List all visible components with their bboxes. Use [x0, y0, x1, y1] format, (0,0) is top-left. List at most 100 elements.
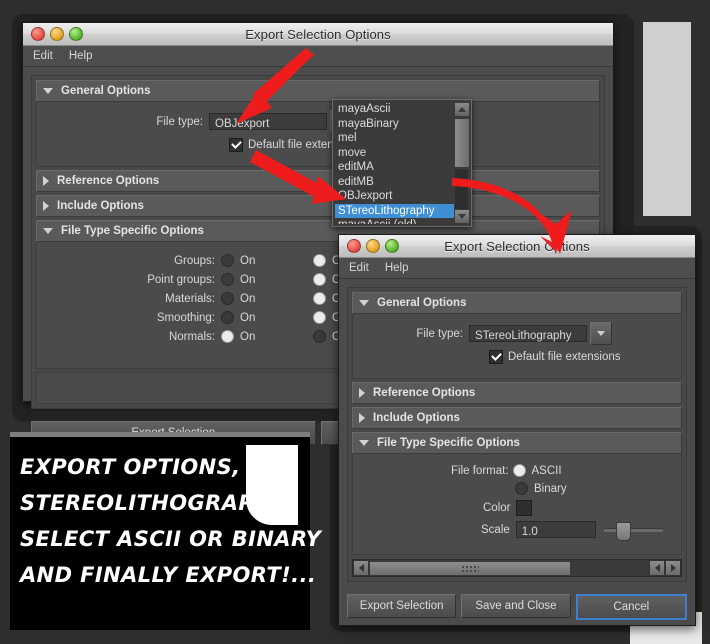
- screenshot-root: Export Selection Options Edit Help Gener…: [0, 0, 710, 644]
- window-export-selection-options-right[interactable]: Export Selection Options Edit Help Gener…: [338, 234, 696, 626]
- menu-edit-left[interactable]: Edit: [33, 50, 53, 62]
- radio-off-icon[interactable]: [313, 254, 326, 267]
- file-type-dropdown-arrow-right[interactable]: [590, 322, 612, 345]
- chevron-down-icon[interactable]: [359, 300, 369, 306]
- radio-on-icon[interactable]: [221, 330, 234, 343]
- default-file-extensions-checkbox-left[interactable]: [229, 138, 243, 152]
- dropdown-item[interactable]: OBJexport: [335, 189, 454, 204]
- horizontal-scrollbar[interactable]: [352, 559, 682, 577]
- radio-off-icon[interactable]: [313, 330, 326, 343]
- chevron-right-icon[interactable]: [359, 413, 365, 423]
- color-swatch[interactable]: [516, 500, 532, 516]
- titlebar-right[interactable]: Export Selection Options: [339, 235, 695, 258]
- menubar-right[interactable]: Edit Help: [339, 258, 695, 279]
- scale-slider[interactable]: [604, 528, 663, 532]
- section-header-file-type-specific-options-right[interactable]: File Type Specific Options: [352, 432, 682, 454]
- radio-off-icon[interactable]: [313, 311, 326, 324]
- section-include-options-right: Include Options: [352, 407, 682, 429]
- background-strip-right: [643, 22, 691, 216]
- radio-off-icon[interactable]: [313, 292, 326, 305]
- cancel-button-right[interactable]: Cancel: [576, 594, 687, 620]
- radio-ascii-icon[interactable]: [513, 464, 526, 477]
- section-header-include-options-left[interactable]: Include Options: [36, 195, 600, 217]
- maximize-button-icon[interactable]: [69, 27, 83, 41]
- scrollbar-track[interactable]: [455, 169, 468, 209]
- dropdown-item[interactable]: move: [335, 146, 454, 161]
- option-label: Point groups:: [43, 274, 221, 286]
- option-on-label: On: [240, 312, 255, 324]
- section-header-reference-options-left[interactable]: Reference Options: [36, 170, 600, 192]
- radio-on-icon[interactable]: [221, 311, 234, 324]
- option-on[interactable]: On: [221, 254, 313, 267]
- section-general-options-left: General Options File type: OBJexport Def…: [36, 80, 600, 167]
- dropdown-item[interactable]: mel: [335, 131, 454, 146]
- option-on-label: On: [240, 331, 255, 343]
- minimize-button-icon[interactable]: [366, 239, 380, 253]
- file-format-binary-label[interactable]: Binary: [534, 483, 567, 495]
- scroll-up-arrow-icon[interactable]: [454, 102, 470, 117]
- dropdown-item[interactable]: mayaBinary: [335, 117, 454, 132]
- file-type-value-right[interactable]: STereoLithography: [469, 325, 587, 342]
- scroll-down-arrow-icon[interactable]: [454, 209, 470, 224]
- option-on[interactable]: On: [221, 311, 313, 324]
- menu-help-left[interactable]: Help: [69, 50, 93, 62]
- section-title: Reference Options: [57, 175, 159, 187]
- scroll-right-arrow-icon[interactable]: [665, 560, 681, 576]
- dropdown-list[interactable]: mayaAscii mayaBinary mel move editMA edi…: [335, 102, 454, 224]
- dropdown-item[interactable]: editMB: [335, 175, 454, 190]
- section-title: Include Options: [57, 200, 144, 212]
- radio-on-icon[interactable]: [221, 292, 234, 305]
- chevron-right-icon[interactable]: [359, 388, 365, 398]
- chevron-down-icon[interactable]: [43, 228, 53, 234]
- default-file-extensions-checkbox-right[interactable]: [489, 350, 503, 364]
- section-header-general-options-left[interactable]: General Options: [36, 80, 600, 102]
- radio-on-icon[interactable]: [221, 273, 234, 286]
- horizontal-scrollbar-thumb[interactable]: [369, 561, 571, 576]
- radio-off-icon[interactable]: [313, 273, 326, 286]
- close-button-icon[interactable]: [31, 27, 45, 41]
- section-include-options-left: Include Options: [36, 195, 600, 217]
- section-reference-options-left: Reference Options: [36, 170, 600, 192]
- section-header-general-options-right[interactable]: General Options: [352, 292, 682, 314]
- menu-help-right[interactable]: Help: [385, 262, 409, 274]
- chevron-down-icon[interactable]: [359, 440, 369, 446]
- radio-on-icon[interactable]: [221, 254, 234, 267]
- scale-slider-thumb[interactable]: [616, 522, 631, 541]
- file-format-row-binary: Binary: [359, 482, 675, 495]
- section-header-include-options-right[interactable]: Include Options: [352, 407, 682, 429]
- file-format-ascii-label[interactable]: ASCII: [532, 465, 562, 477]
- titlebar-left[interactable]: Export Selection Options: [23, 23, 613, 46]
- radio-binary-icon[interactable]: [515, 482, 528, 495]
- maximize-button-icon[interactable]: [385, 239, 399, 253]
- chevron-down-icon[interactable]: [43, 88, 53, 94]
- menu-edit-right[interactable]: Edit: [349, 262, 369, 274]
- dropdown-item[interactable]: mayaAscii (old): [335, 218, 454, 224]
- section-title: General Options: [61, 85, 150, 97]
- dropdown-item-selected[interactable]: STereoLithography: [335, 204, 454, 219]
- dropdown-scrollbar[interactable]: [454, 102, 469, 224]
- scroll-left-arrow-icon-2[interactable]: [649, 560, 665, 576]
- chevron-right-icon[interactable]: [43, 176, 49, 186]
- file-type-value-left[interactable]: OBJexport: [209, 113, 327, 130]
- close-button-icon[interactable]: [347, 239, 361, 253]
- scale-input[interactable]: 1.0: [516, 521, 596, 538]
- window-controls-right[interactable]: [339, 239, 399, 253]
- default-file-extensions-label-right: Default file extensions: [508, 351, 621, 363]
- scroll-left-arrow-icon[interactable]: [353, 560, 369, 576]
- save-and-close-button-right[interactable]: Save and Close: [461, 594, 570, 618]
- minimize-button-icon[interactable]: [50, 27, 64, 41]
- dropdown-item[interactable]: editMA: [335, 160, 454, 175]
- file-type-label-right: File type:: [401, 328, 463, 340]
- dropdown-item[interactable]: mayaAscii: [335, 102, 454, 117]
- option-on[interactable]: On: [221, 273, 313, 286]
- file-type-dropdown-popup[interactable]: mayaAscii mayaBinary mel move editMA edi…: [332, 99, 472, 227]
- export-selection-button-right[interactable]: Export Selection: [347, 594, 456, 618]
- window-controls-left[interactable]: [23, 27, 83, 41]
- option-on[interactable]: On: [221, 292, 313, 305]
- menubar-left[interactable]: Edit Help: [23, 46, 613, 67]
- scrollbar-thumb[interactable]: [454, 118, 470, 168]
- section-body-general-options-right: File type: STereoLithography Default fil…: [352, 314, 682, 379]
- chevron-right-icon[interactable]: [43, 201, 49, 211]
- option-on[interactable]: On: [221, 330, 313, 343]
- section-header-reference-options-right[interactable]: Reference Options: [352, 382, 682, 404]
